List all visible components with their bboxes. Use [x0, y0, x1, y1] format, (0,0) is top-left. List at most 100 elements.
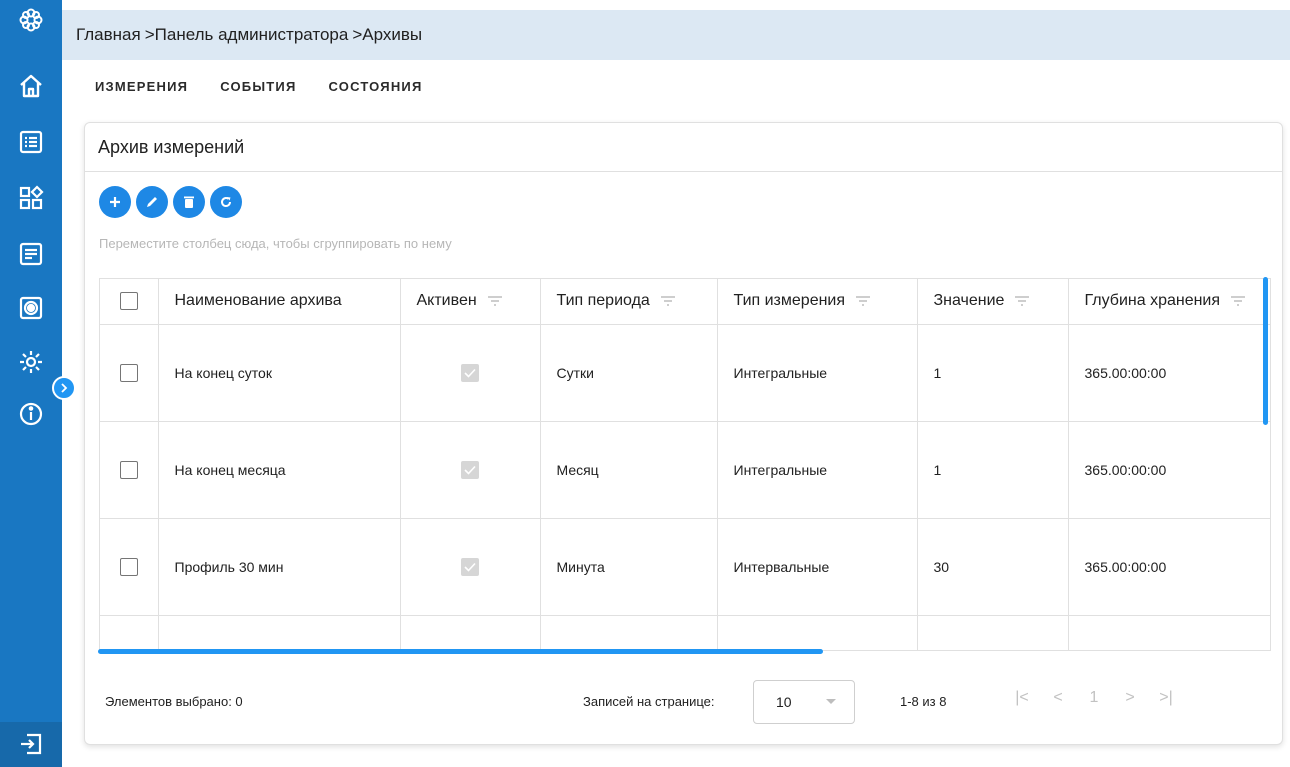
table-row[interactable]: Профиль 30 мин Минута Интервальные 30 36…	[100, 518, 1270, 616]
last-page-icon[interactable]: >|	[1159, 689, 1173, 707]
cell-depth: 365.00:00:00	[1068, 324, 1270, 422]
column-header-label: Глубина хранения	[1084, 292, 1221, 310]
rows-per-page-value: 10	[776, 694, 792, 710]
page-number[interactable]: 1	[1087, 689, 1101, 707]
column-header-active[interactable]: Активен	[400, 279, 541, 325]
refresh-icon	[221, 197, 232, 208]
filter-icon[interactable]	[1014, 295, 1030, 307]
select-all-checkbox[interactable]	[120, 292, 138, 311]
column-header-depth[interactable]: Глубина хранения	[1068, 279, 1270, 325]
card-title: Архив измерений	[98, 137, 245, 157]
active-checkbox	[461, 557, 479, 576]
check-icon	[464, 368, 476, 378]
tabs: ИЗМЕРЕНИЯ СОБЫТИЯ СОСТОЯНИЯ	[95, 72, 423, 102]
table-row[interactable]	[100, 615, 1270, 650]
add-icon	[110, 197, 120, 207]
tab-events[interactable]: СОБЫТИЯ	[220, 72, 296, 102]
row-checkbox[interactable]	[120, 557, 138, 576]
breadcrumb-home[interactable]: Главная	[76, 25, 141, 44]
cell-measure: Интегральные	[717, 324, 918, 422]
breadcrumb-archives: >Архивы	[352, 25, 423, 44]
gear-icon[interactable]	[15, 346, 47, 378]
info-icon[interactable]	[15, 398, 47, 430]
column-header-value[interactable]: Значение	[917, 279, 1069, 325]
tab-measurements[interactable]: ИЗМЕРЕНИЯ	[95, 72, 188, 102]
rows-per-page-select[interactable]: 10	[753, 680, 855, 724]
table-row[interactable]: На конец месяца Месяц Интегральные 1 365…	[100, 421, 1270, 519]
filter-icon[interactable]	[1230, 295, 1246, 307]
column-header-label: Наименование архива	[174, 292, 342, 310]
cell-value: 1	[917, 324, 1069, 422]
sidebar-expand-button[interactable]	[52, 376, 76, 400]
cell-depth: 365.00:00:00	[1068, 421, 1270, 519]
check-icon	[464, 465, 476, 475]
row-checkbox[interactable]	[120, 363, 138, 382]
app-logo-icon[interactable]	[15, 4, 47, 36]
column-header-period-type[interactable]: Тип периода	[540, 279, 718, 325]
dropdown-arrow-icon	[826, 699, 836, 704]
chevron-right-icon	[61, 383, 68, 393]
row-checkbox[interactable]	[120, 460, 138, 479]
check-icon	[464, 562, 476, 572]
prev-page-icon[interactable]: <	[1051, 689, 1065, 707]
cell-active	[400, 324, 541, 422]
row-select-cell	[100, 421, 159, 519]
filter-icon[interactable]	[660, 295, 676, 307]
pagination: |< < 1 > >|	[1015, 689, 1173, 707]
widgets-icon[interactable]	[15, 182, 47, 214]
next-page-icon[interactable]: >	[1123, 689, 1137, 707]
table-header-row: Наименование архива Активен Тип периода …	[100, 279, 1270, 325]
cell-active	[400, 421, 541, 519]
page-range: 1-8 из 8	[900, 694, 947, 709]
horizontal-scrollbar[interactable]	[98, 649, 823, 654]
delete-icon	[184, 196, 194, 208]
active-checkbox	[461, 460, 479, 479]
table-row[interactable]: На конец суток Сутки Интегральные 1 365.…	[100, 324, 1270, 422]
add-button[interactable]	[99, 186, 131, 218]
cell-name: На конец месяца	[158, 421, 401, 519]
cell-name: На конец суток	[158, 324, 401, 422]
row-select-cell	[100, 518, 159, 616]
cell-measure: Интегральные	[717, 421, 918, 519]
column-header-label: Тип измерения	[733, 292, 846, 310]
active-checkbox	[461, 363, 479, 382]
breadcrumb-admin-panel[interactable]: >Панель администратора	[145, 25, 349, 44]
logout-area	[0, 722, 62, 767]
tab-states[interactable]: СОСТОЯНИЯ	[329, 72, 423, 102]
settings-box-icon[interactable]	[15, 292, 47, 324]
list-icon[interactable]	[15, 126, 47, 158]
column-header-label: Активен	[416, 292, 477, 310]
row-select-cell	[100, 324, 159, 422]
column-header-label: Тип периода	[556, 292, 650, 310]
select-all-cell	[100, 279, 159, 325]
cell-depth: 365.00:00:00	[1068, 518, 1270, 616]
exit-icon[interactable]	[15, 728, 47, 760]
toolbar	[99, 186, 242, 218]
column-header-name[interactable]: Наименование архива	[158, 279, 401, 325]
edit-icon	[147, 197, 157, 207]
column-header-measure-type[interactable]: Тип измерения	[717, 279, 918, 325]
vertical-scrollbar[interactable]	[1263, 277, 1268, 425]
cell-measure: Интервальные	[717, 518, 918, 616]
first-page-icon[interactable]: |<	[1015, 689, 1029, 707]
top-bar: Главная >Панель администратора >Архивы	[62, 10, 1290, 60]
rows-per-page-label: Записей на странице:	[583, 694, 715, 709]
edit-button[interactable]	[136, 186, 168, 218]
filter-icon[interactable]	[487, 295, 503, 307]
delete-button[interactable]	[173, 186, 205, 218]
archive-table: Наименование архива Активен Тип периода …	[99, 278, 1271, 651]
refresh-button[interactable]	[210, 186, 242, 218]
document-icon[interactable]	[15, 238, 47, 270]
home-icon[interactable]	[15, 70, 47, 102]
cell-period: Минута	[540, 518, 718, 616]
cell-value: 30	[917, 518, 1069, 616]
group-panel-hint[interactable]: Переместите столбец сюда, чтобы сгруппир…	[99, 236, 452, 251]
filter-icon[interactable]	[855, 295, 871, 307]
cell-name: Профиль 30 мин	[158, 518, 401, 616]
cell-active	[400, 518, 541, 616]
selected-count: Элементов выбрано: 0	[105, 694, 243, 709]
breadcrumb: Главная >Панель администратора >Архивы	[76, 10, 426, 60]
cell-period: Месяц	[540, 421, 718, 519]
cell-period: Сутки	[540, 324, 718, 422]
column-header-label: Значение	[933, 292, 1005, 310]
